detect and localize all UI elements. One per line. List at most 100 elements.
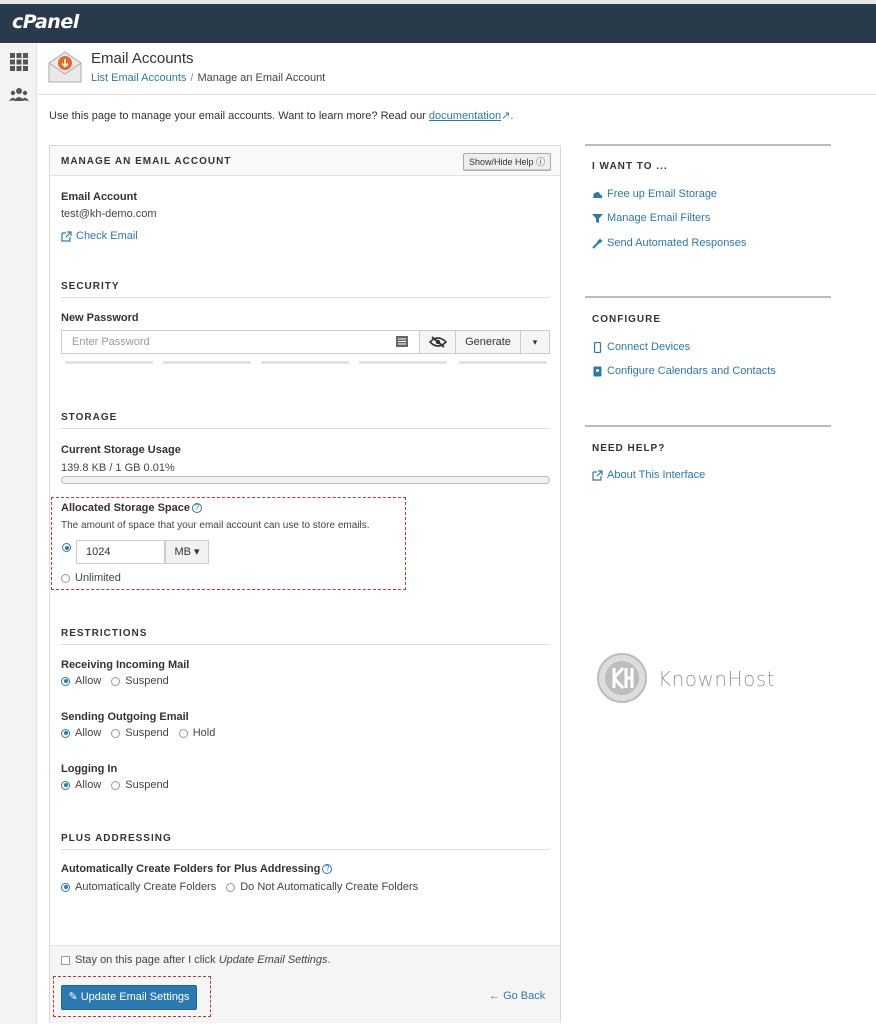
storage-title: STORAGE	[61, 412, 118, 423]
update-button-highlight	[53, 976, 211, 1017]
plus-addressing-divider	[61, 849, 550, 850]
left-nav	[0, 43, 37, 1024]
storage-usage-bar	[61, 476, 550, 484]
sending-allow-label: Allow	[75, 727, 102, 739]
sending-hold-radio[interactable]	[178, 728, 188, 738]
top-bar: cPanel	[0, 0, 876, 43]
want-to-title: I WANT TO ...	[592, 161, 668, 172]
generate-password-button[interactable]: Generate	[455, 331, 520, 353]
breadcrumb-list-email-accounts[interactable]: List Email Accounts	[91, 72, 186, 84]
stay-on-page-checkbox[interactable]	[61, 956, 70, 965]
eye-slash-icon	[429, 336, 447, 348]
cpanel-logo[interactable]: cPanel	[12, 11, 79, 33]
security-title: SECURITY	[61, 281, 120, 292]
cloud-upload-icon	[593, 191, 603, 198]
connect-devices-label: Connect Devices	[607, 341, 691, 353]
strength-meter-segment	[163, 361, 251, 364]
receiving-mail-options: Allow Suspend	[61, 675, 169, 687]
users-icon[interactable]	[9, 85, 29, 105]
go-back-link[interactable]: ← Go Back	[489, 990, 545, 1002]
logging-in-options: Allow Suspend	[61, 779, 169, 791]
calendars-contacts-link[interactable]: Configure Calendars and Contacts	[592, 365, 776, 377]
current-storage-label: Current Storage Usage	[61, 444, 181, 456]
auto-create-folders-radio[interactable]	[61, 882, 70, 892]
help-button-label: Show/Hide Help	[469, 157, 534, 167]
password-input[interactable]	[62, 331, 419, 353]
page-header: Email Accounts List Email Accounts / Manag…	[37, 43, 876, 95]
external-link-icon	[592, 469, 603, 481]
current-storage-value: 139.8 KB / 1 GB 0.01%	[61, 462, 175, 474]
breadcrumb: List Email Accounts / Manage an Email Acco…	[91, 72, 325, 84]
email-account-label: Email Account	[61, 191, 137, 203]
receiving-allow-label: Allow	[75, 675, 102, 687]
intro-text: Use this page to manage your email accou…	[49, 109, 513, 122]
login-allow-radio[interactable]	[61, 780, 70, 790]
strength-meter-segment	[459, 361, 547, 364]
sending-mail-options: Allow Suspend Hold	[61, 727, 215, 739]
stay-on-page-text: Stay on this page after I click	[75, 954, 216, 966]
autoresponders-link[interactable]: Send Automated Responses	[592, 237, 746, 249]
manage-filters-link[interactable]: Manage Email Filters	[592, 212, 710, 224]
no-auto-create-folders-label: Do Not Automatically Create Folders	[240, 881, 419, 893]
auto-create-folders-label: Automatically Create Folders	[75, 881, 217, 893]
grid-icon[interactable]	[9, 52, 29, 72]
documentation-link[interactable]: documentation	[429, 110, 501, 122]
receiving-suspend-label: Suspend	[125, 675, 169, 687]
toggle-password-visibility-button[interactable]	[419, 331, 455, 353]
no-auto-create-folders-radio[interactable]	[226, 882, 236, 892]
plus-addressing-title: PLUS ADDRESSING	[61, 833, 172, 844]
external-link-icon: ↗	[501, 110, 511, 122]
intro-suffix: .	[510, 110, 514, 122]
caret-down-icon: ▾	[532, 337, 538, 347]
about-interface-link[interactable]: About This Interface	[592, 469, 705, 481]
generate-options-dropdown[interactable]: ▾	[520, 331, 549, 353]
stay-on-page-label: Stay on this page after I click Update E…	[75, 954, 331, 966]
check-email-label: Check Email	[76, 230, 138, 242]
security-divider	[61, 297, 550, 298]
receiving-suspend-radio[interactable]	[111, 676, 121, 686]
login-suspend-label: Suspend	[125, 779, 169, 791]
plus-addressing-label: Automatically Create Folders for Plus Ad…	[61, 863, 333, 875]
free-up-storage-link[interactable]: Free up Email Storage	[592, 188, 717, 200]
sending-allow-radio[interactable]	[61, 728, 70, 738]
want-to-rule	[585, 144, 831, 146]
login-suspend-radio[interactable]	[111, 780, 121, 790]
login-allow-label: Allow	[75, 779, 102, 791]
check-email-link[interactable]: Check Email	[61, 230, 138, 242]
need-help-rule	[585, 425, 831, 427]
strength-meter-segment	[359, 361, 447, 364]
sending-suspend-label: Suspend	[125, 727, 169, 739]
stay-on-page-suffix: .	[327, 954, 331, 966]
panel-header: MANAGE AN EMAIL ACCOUNT Show/Hide Help ⓘ	[50, 146, 560, 176]
help-circle-icon: ⓘ	[536, 157, 546, 167]
filter-icon	[592, 213, 603, 223]
sending-suspend-radio[interactable]	[111, 728, 121, 738]
connect-devices-link[interactable]: Connect Devices	[592, 341, 690, 353]
strength-meter-segment	[65, 361, 153, 364]
configure-rule	[585, 296, 831, 298]
email-account-value: test@kh-demo.com	[61, 208, 157, 220]
panel-title: MANAGE AN EMAIL ACCOUNT	[61, 156, 232, 167]
show-hide-help-button[interactable]: Show/Hide Help ⓘ	[463, 153, 552, 171]
email-accounts-icon	[48, 51, 82, 83]
go-back-label: Go Back	[503, 990, 546, 1002]
receiving-mail-label: Receiving Incoming Mail	[61, 659, 190, 671]
allocated-storage-highlight	[51, 497, 406, 590]
restrictions-divider	[61, 644, 550, 645]
breadcrumb-separator: /	[190, 72, 194, 84]
receiving-allow-radio[interactable]	[61, 676, 70, 686]
about-interface-label: About This Interface	[607, 469, 706, 481]
page-title: Email Accounts	[91, 50, 194, 67]
manage-filters-label: Manage Email Filters	[607, 212, 711, 224]
stay-on-page-emphasis: Update Email Settings	[218, 954, 328, 966]
external-link-icon	[61, 230, 72, 242]
calendars-contacts-label: Configure Calendars and Contacts	[607, 365, 776, 377]
autoresponders-label: Send Automated Responses	[607, 237, 747, 249]
mobile-icon	[593, 341, 602, 353]
address-book-icon	[593, 366, 602, 376]
password-group: Generate ▾	[61, 330, 550, 354]
restrictions-title: RESTRICTIONS	[61, 628, 148, 639]
knownhost-logo-icon	[597, 653, 647, 703]
sending-hold-label: Hold	[192, 727, 216, 739]
help-circle-icon[interactable]: ?	[322, 864, 333, 875]
